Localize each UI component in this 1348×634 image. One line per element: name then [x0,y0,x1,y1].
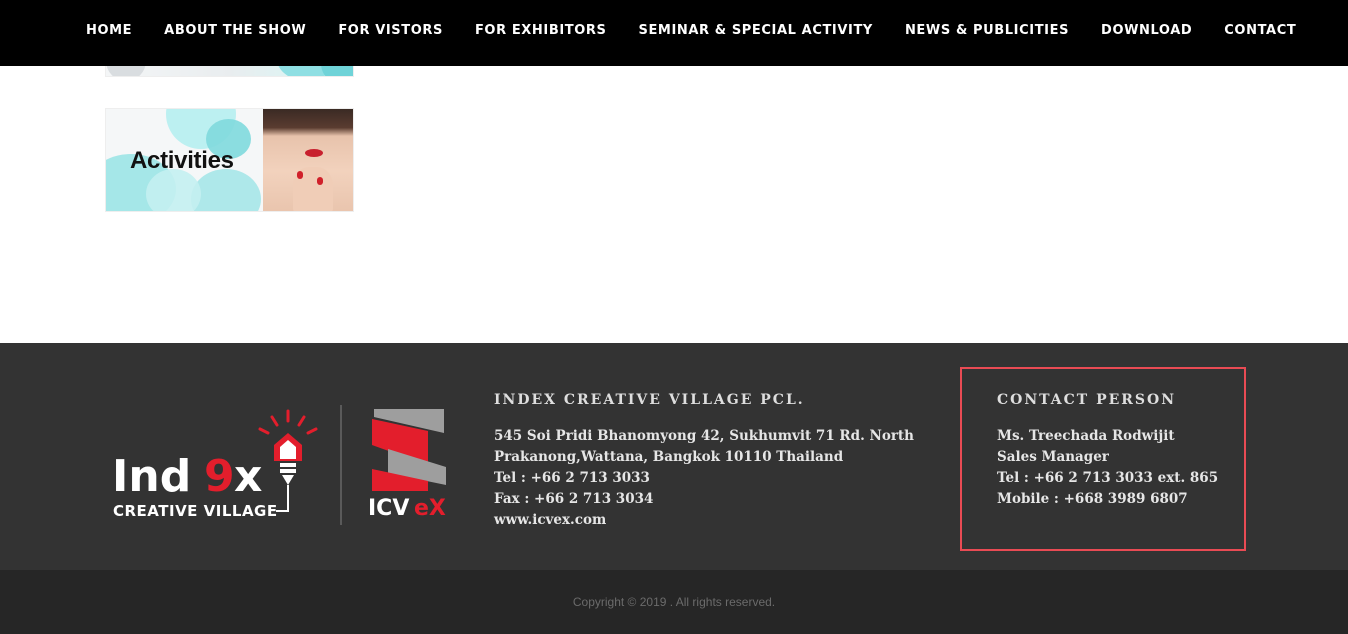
icvex-logo[interactable]: ICV eX [368,407,448,517]
company-address-line-1: 545 Soi Pridi Bhanomyong 42, Sukhumvit 7… [494,428,914,444]
company-website-link[interactable]: www.icvex.com [494,510,914,531]
nail-detail [317,177,323,185]
nail-detail [297,171,303,179]
copyright-text: Copyright © 2019 . All rights reserved. [572,595,776,609]
decorative-shape [191,169,261,211]
contact-person-info: CONTACT PERSON Ms. Treechada Rodwijit Sa… [997,392,1247,510]
nav-item-contact[interactable]: CONTACT [1208,23,1312,38]
logo-text-x: x [234,451,262,502]
company-tel[interactable]: Tel : +66 2 713 3033 [494,468,914,489]
contact-name: Ms. Treechada Rodwijit [997,428,1175,444]
lips-detail [305,149,323,157]
nav-item-home[interactable]: HOME [70,23,148,38]
nav-item-news-publicities[interactable]: NEWS & PUBLICITIES [889,23,1085,38]
company-address-line-2: Prakanong,Wattana, Bangkok 10110 Thailan… [494,449,844,465]
logo-subtitle: CREATIVE VILLAGE [113,502,278,520]
nav-item-for-visitors[interactable]: FOR VISTORS [322,23,459,38]
index-creative-village-logo[interactable]: Ind 9 x CREATIVE VILLAGE [110,403,325,523]
icvex-text-accent: eX [414,496,446,517]
company-title: INDEX CREATIVE VILLAGE PCL. [494,392,805,408]
company-fax: Fax : +66 2 713 3034 [494,491,654,507]
activities-banner-title: Activities [130,147,234,174]
contact-position: Sales Manager [997,449,1109,465]
nav-item-for-exhibitors[interactable]: FOR EXHIBITORS [459,23,623,38]
contact-person-title: CONTACT PERSON [997,392,1177,408]
logo-text-accent: 9 [204,451,235,502]
logo-text-ind: Ind [112,451,191,502]
contact-tel[interactable]: Tel : +66 2 713 3033 ext. 865 [997,468,1247,489]
copyright-bar: Copyright © 2019 . All rights reserved. [0,570,1348,634]
company-info: INDEX CREATIVE VILLAGE PCL. 545 Soi Prid… [494,392,914,531]
contact-mobile[interactable]: Mobile : +668 3989 6807 [997,489,1247,510]
activities-banner[interactable]: Activities [105,108,354,212]
decorative-shape [146,169,201,211]
footer-logos: Ind 9 x CREATIVE VILLAGE ICV eX [110,403,455,528]
nav-item-about-the-show[interactable]: ABOUT THE SHOW [148,23,322,38]
top-navigation: HOME ABOUT THE SHOW FOR VISTORS FOR EXHI… [0,0,1348,66]
logo-divider [340,405,342,525]
nav-item-download[interactable]: DOWNLOAD [1085,23,1208,38]
icvex-text: ICV [368,496,409,517]
nav-menu: HOME ABOUT THE SHOW FOR VISTORS FOR EXHI… [70,0,1312,60]
contact-person-box: CONTACT PERSON Ms. Treechada Rodwijit Sa… [960,367,1246,551]
nav-item-seminar-special-activity[interactable]: SEMINAR & SPECIAL ACTIVITY [622,23,888,38]
